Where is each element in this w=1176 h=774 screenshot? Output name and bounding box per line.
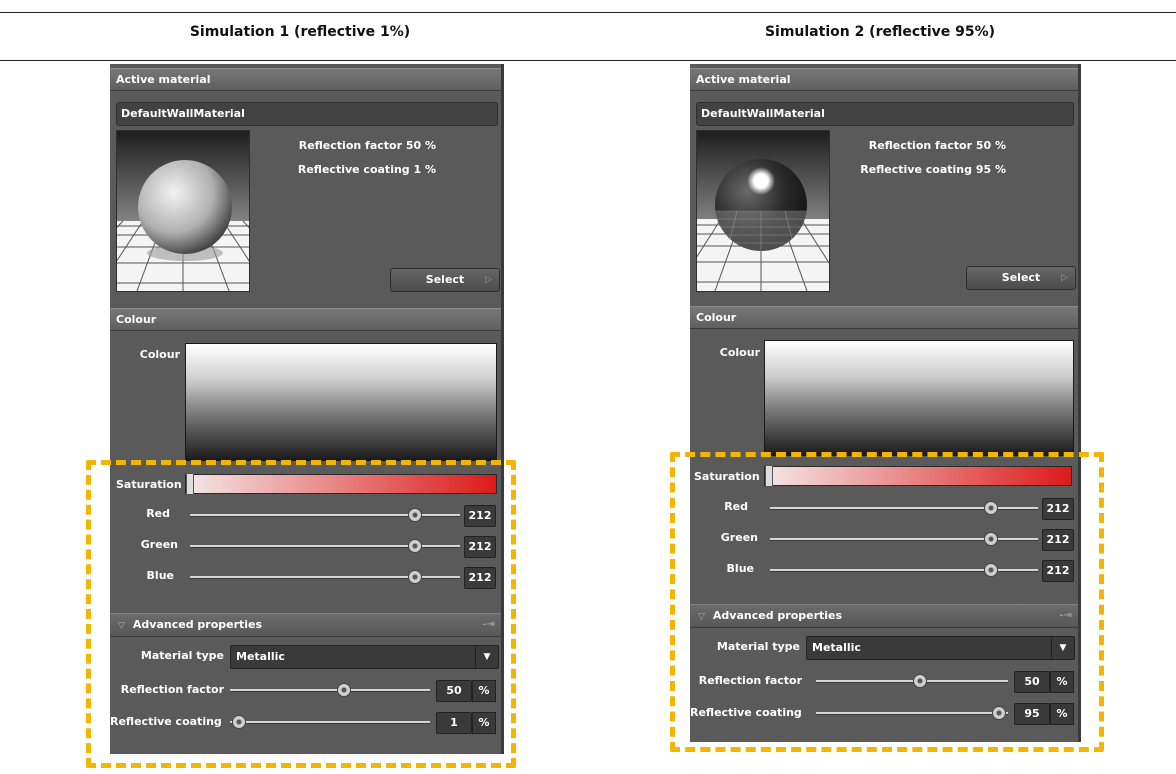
green-slider[interactable] [190, 539, 460, 553]
material-type-value: Metallic [812, 641, 861, 654]
reflection-factor-unit: % [1050, 671, 1074, 693]
reflective-coating-unit: % [1050, 703, 1074, 725]
colour-header: Colour [110, 308, 501, 331]
select-button-label: Select [425, 273, 465, 286]
blue-slider[interactable] [190, 570, 460, 584]
blue-slider[interactable] [770, 563, 1038, 577]
reflection-factor-label: Reflection factor [120, 683, 224, 696]
reflection-factor-label: Reflection factor [698, 674, 802, 687]
dropdown-arrow-icon: ▼ [475, 646, 498, 668]
reflective-coating-unit: % [472, 712, 496, 734]
red-label: Red [146, 507, 170, 520]
reflective-coating-knob[interactable] [232, 715, 246, 729]
saturation-label: Saturation [694, 470, 760, 483]
reflective-coating-field[interactable]: 95 [1014, 703, 1050, 725]
saturation-slider[interactable] [764, 465, 1072, 487]
red-slider-knob[interactable] [408, 508, 422, 522]
select-material-button[interactable]: Select ▷ [966, 266, 1076, 290]
advanced-properties-header[interactable]: ▽ Advanced properties -⇥ [110, 613, 501, 637]
colour-header: Colour [690, 306, 1078, 329]
reflection-factor-knob[interactable] [913, 674, 927, 688]
material-type-select[interactable]: Metallic ▼ [806, 636, 1075, 660]
collapse-triangle-icon: ▽ [698, 612, 705, 622]
green-slider-knob[interactable] [408, 539, 422, 553]
dropdown-arrow-icon: ▼ [1051, 637, 1074, 659]
red-value-field[interactable]: 212 [1042, 498, 1074, 520]
table-header-rule [0, 60, 1176, 61]
material-type-label: Material type [716, 640, 800, 653]
colour-label: Colour [719, 346, 760, 359]
advanced-properties-label: Advanced properties [712, 609, 843, 622]
select-button-label: Select [1001, 271, 1041, 284]
reflective-coating-field[interactable]: 1 [436, 712, 472, 734]
blue-value-field[interactable]: 212 [1042, 560, 1074, 582]
reflective-coating-label: Reflective coating [690, 706, 802, 719]
colour-gradient-picker[interactable] [764, 340, 1074, 456]
blue-slider-knob[interactable] [408, 570, 422, 584]
play-arrow-icon: ▷ [485, 275, 492, 285]
material-name-field[interactable]: DefaultWallMaterial [116, 102, 498, 126]
blue-label: Blue [726, 562, 754, 575]
reflection-factor-readout: Reflection factor 50 % [868, 139, 1006, 152]
pin-icon[interactable]: -⇥ [1059, 605, 1072, 627]
colour-label: Colour [139, 348, 180, 361]
reflective-coating-readout: Reflective coating 95 % [860, 163, 1006, 176]
caption-simulation-2: Simulation 2 (reflective 95%) [764, 24, 996, 40]
material-panel-2: Active material DefaultWallMaterial Refl… [690, 64, 1081, 742]
reflection-factor-field[interactable]: 50 [1014, 671, 1050, 693]
reflection-factor-field[interactable]: 50 [436, 680, 472, 702]
green-label: Green [720, 531, 758, 544]
blue-slider-knob[interactable] [984, 563, 998, 577]
blue-value-field[interactable]: 212 [464, 567, 496, 589]
red-slider[interactable] [770, 501, 1038, 515]
active-material-header: Active material [690, 68, 1078, 91]
red-label: Red [724, 500, 748, 513]
saturation-handle[interactable] [186, 473, 194, 495]
reflective-coating-slider[interactable] [230, 715, 430, 729]
green-slider[interactable] [770, 532, 1038, 546]
pin-icon[interactable]: -⇥ [482, 614, 495, 636]
saturation-slider[interactable] [185, 473, 497, 495]
reflection-factor-knob[interactable] [337, 683, 351, 697]
collapse-triangle-icon: ▽ [118, 621, 125, 631]
reflective-coating-knob[interactable] [992, 706, 1006, 720]
reflection-factor-unit: % [472, 680, 496, 702]
green-value-field[interactable]: 212 [464, 536, 496, 558]
reflection-factor-readout: Reflection factor 50 % [298, 139, 436, 152]
caption-simulation-1: Simulation 1 (reflective 1%) [189, 24, 411, 40]
active-material-header: Active material [110, 68, 501, 91]
play-arrow-icon: ▷ [1061, 273, 1068, 283]
material-type-label: Material type [140, 649, 224, 662]
red-slider[interactable] [190, 508, 460, 522]
material-panel-1: Active material DefaultWallMaterial Refl… [110, 64, 504, 754]
saturation-handle[interactable] [765, 465, 773, 487]
reflection-factor-slider[interactable] [230, 683, 430, 697]
red-value-field[interactable]: 212 [464, 505, 496, 527]
green-value-field[interactable]: 212 [1042, 529, 1074, 551]
colour-gradient-picker[interactable] [185, 343, 497, 461]
saturation-label: Saturation [116, 478, 182, 491]
reflective-coating-slider[interactable] [816, 706, 1008, 720]
blue-label: Blue [146, 569, 174, 582]
table-top-rule [0, 12, 1176, 13]
material-preview-thumbnail [116, 130, 250, 292]
select-material-button[interactable]: Select ▷ [390, 268, 500, 292]
material-preview-thumbnail [696, 130, 830, 292]
material-type-select[interactable]: Metallic ▼ [230, 645, 499, 669]
material-type-value: Metallic [236, 650, 285, 663]
reflective-coating-label: Reflective coating [110, 715, 222, 728]
red-slider-knob[interactable] [984, 501, 998, 515]
green-slider-knob[interactable] [984, 532, 998, 546]
advanced-properties-label: Advanced properties [132, 618, 263, 631]
material-name-field[interactable]: DefaultWallMaterial [696, 102, 1074, 126]
reflective-coating-readout: Reflective coating 1 % [297, 163, 436, 176]
green-label: Green [140, 538, 178, 551]
advanced-properties-header[interactable]: ▽ Advanced properties -⇥ [690, 604, 1078, 628]
reflection-factor-slider[interactable] [816, 674, 1008, 688]
